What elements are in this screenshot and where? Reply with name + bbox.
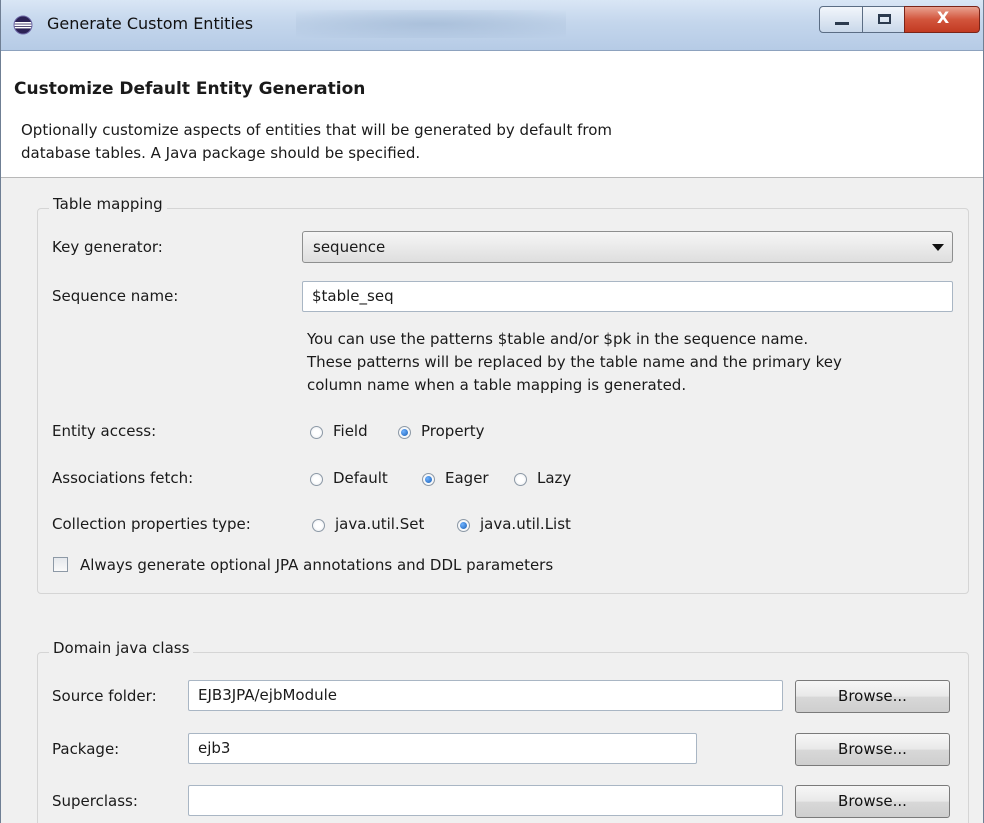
optional-annotations-label[interactable]: Always generate optional JPA annotations… xyxy=(80,556,553,574)
key-generator-value: sequence xyxy=(313,238,386,256)
optional-annotations-checkbox[interactable] xyxy=(53,557,68,572)
help-line-1: You can use the patterns $table and/or $… xyxy=(307,330,809,348)
collection-list-label[interactable]: java.util.List xyxy=(480,515,571,533)
sequence-name-label: Sequence name: xyxy=(52,287,179,305)
close-icon: X xyxy=(936,8,950,27)
description-line-1: Optionally customize aspects of entities… xyxy=(21,121,612,139)
superclass-label: Superclass: xyxy=(52,792,138,810)
entity-access-label: Entity access: xyxy=(52,422,157,440)
collection-type-label: Collection properties type: xyxy=(52,515,251,533)
collection-list-radio[interactable] xyxy=(457,519,470,532)
source-folder-browse-button[interactable]: Browse... xyxy=(795,680,950,713)
table-mapping-legend: Table mapping xyxy=(49,195,167,213)
sequence-help-text: You can use the patterns $table and/or $… xyxy=(307,328,957,397)
table-mapping-group xyxy=(37,208,969,594)
source-folder-input[interactable]: EJB3JPA/ejbModule xyxy=(188,680,783,711)
domain-class-legend: Domain java class xyxy=(49,639,194,657)
description-line-2: database tables. A Java package should b… xyxy=(21,144,421,162)
associations-fetch-label: Associations fetch: xyxy=(52,469,194,487)
package-browse-button[interactable]: Browse... xyxy=(795,733,950,766)
entity-access-field-radio[interactable] xyxy=(310,426,323,439)
fetch-lazy-radio[interactable] xyxy=(514,473,527,486)
package-input[interactable]: ejb3 xyxy=(188,733,697,764)
minimize-icon xyxy=(835,22,849,25)
entity-access-field-label[interactable]: Field xyxy=(333,422,368,440)
fetch-lazy-label[interactable]: Lazy xyxy=(537,469,571,487)
blurred-title-area xyxy=(296,10,566,38)
key-generator-dropdown[interactable]: sequence xyxy=(302,231,953,263)
package-value: ejb3 xyxy=(198,739,231,757)
source-folder-value: EJB3JPA/ejbModule xyxy=(198,686,338,704)
package-label: Package: xyxy=(52,740,120,758)
help-line-3: column name when a table mapping is gene… xyxy=(307,376,687,394)
maximize-icon xyxy=(878,14,891,24)
chevron-down-icon xyxy=(932,244,944,251)
maximize-button[interactable] xyxy=(862,6,905,33)
help-line-2: These patterns will be replaced by the t… xyxy=(307,353,842,371)
sequence-name-value: $table_seq xyxy=(312,287,394,305)
entity-access-property-label[interactable]: Property xyxy=(421,422,484,440)
window-title: Generate Custom Entities xyxy=(47,14,254,33)
title-bar[interactable]: Generate Custom Entities X xyxy=(1,0,983,51)
sequence-name-input[interactable]: $table_seq xyxy=(302,281,953,312)
page-title: Customize Default Entity Generation xyxy=(14,79,366,99)
close-button[interactable]: X xyxy=(904,6,980,33)
fetch-eager-label[interactable]: Eager xyxy=(445,469,489,487)
eclipse-icon xyxy=(13,15,33,35)
key-generator-label: Key generator: xyxy=(52,238,163,256)
fetch-default-radio[interactable] xyxy=(310,473,323,486)
entity-access-property-radio[interactable] xyxy=(398,426,411,439)
dialog-window: Generate Custom Entities X Customize Def… xyxy=(0,0,984,823)
superclass-browse-button[interactable]: Browse... xyxy=(795,785,950,818)
minimize-button[interactable] xyxy=(819,6,863,33)
fetch-default-label[interactable]: Default xyxy=(333,469,388,487)
collection-set-radio[interactable] xyxy=(312,519,325,532)
superclass-input[interactable] xyxy=(188,785,783,816)
fetch-eager-radio[interactable] xyxy=(422,473,435,486)
source-folder-label: Source folder: xyxy=(52,687,157,705)
collection-set-label[interactable]: java.util.Set xyxy=(335,515,424,533)
page-description: Optionally customize aspects of entities… xyxy=(21,119,821,165)
